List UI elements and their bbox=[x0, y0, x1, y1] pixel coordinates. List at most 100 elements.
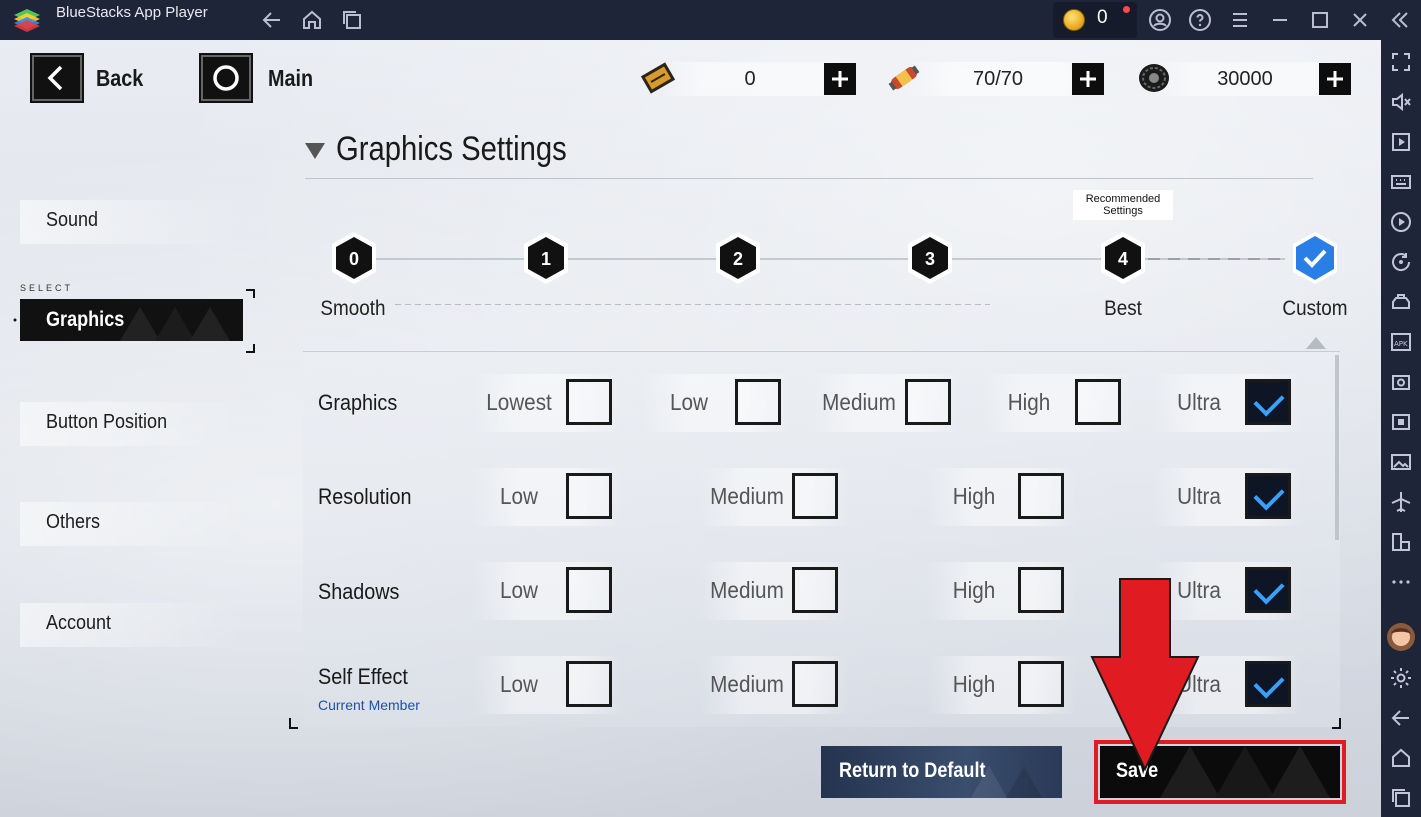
self-effect-high-checkbox[interactable] bbox=[1018, 661, 1064, 707]
self-effect-option-medium[interactable]: Medium bbox=[700, 656, 850, 714]
graphics-lowest-checkbox[interactable] bbox=[566, 379, 612, 425]
graphics-row-label: Graphics bbox=[318, 390, 398, 415]
add-ticket-button[interactable] bbox=[824, 63, 856, 95]
recent-apps-icon[interactable] bbox=[1389, 786, 1413, 810]
close-icon[interactable] bbox=[1348, 8, 1372, 32]
multi-instance-icon[interactable] bbox=[1389, 530, 1413, 554]
collapse-triangle-icon[interactable] bbox=[304, 142, 326, 160]
preset-3-button[interactable]: 3 bbox=[905, 230, 955, 286]
option-label: Medium bbox=[710, 671, 784, 697]
preset-4-button[interactable]: 4 bbox=[1098, 230, 1148, 286]
option-label: Low bbox=[670, 389, 708, 415]
resolution-high-checkbox[interactable] bbox=[1018, 473, 1064, 519]
home-icon[interactable] bbox=[300, 8, 324, 32]
self-effect-option-high[interactable]: High bbox=[927, 656, 1077, 714]
menu-item-sound[interactable]: Sound bbox=[20, 200, 242, 244]
keyboard-icon[interactable] bbox=[1389, 170, 1413, 194]
airplane-mode-icon[interactable] bbox=[1389, 490, 1413, 514]
shadows-high-checkbox[interactable] bbox=[1018, 567, 1064, 613]
self-effect-ultra-checkbox[interactable] bbox=[1245, 661, 1291, 707]
preset-label-best: Best bbox=[1104, 297, 1142, 320]
graphics-option-high[interactable]: High bbox=[982, 374, 1132, 432]
self-effect-option-low[interactable]: Low bbox=[472, 656, 622, 714]
title-bar: BlueStacks App Player 0 bbox=[0, 0, 1421, 40]
more-options-icon[interactable] bbox=[1389, 570, 1413, 594]
maximize-icon[interactable] bbox=[1308, 8, 1332, 32]
energy-count: 70/70 bbox=[972, 68, 1024, 90]
add-tire-button[interactable] bbox=[1319, 63, 1351, 95]
resolution-low-checkbox[interactable] bbox=[566, 473, 612, 519]
menu-icon[interactable] bbox=[1228, 8, 1252, 32]
main-button[interactable] bbox=[199, 53, 253, 103]
main-label[interactable]: Main bbox=[268, 65, 313, 92]
resolution-option-medium[interactable]: Medium bbox=[700, 468, 850, 526]
fullscreen-icon[interactable] bbox=[1389, 50, 1413, 74]
resolution-option-high[interactable]: High bbox=[927, 468, 1077, 526]
resolution-ultra-checkbox[interactable] bbox=[1245, 473, 1291, 519]
plus-icon bbox=[1327, 71, 1343, 87]
shadows-ultra-checkbox[interactable] bbox=[1245, 567, 1291, 613]
shadows-option-high[interactable]: High bbox=[927, 562, 1077, 620]
preset-2-button[interactable]: 2 bbox=[713, 230, 763, 286]
menu-item-others[interactable]: Others bbox=[20, 502, 242, 546]
self-effect-low-checkbox[interactable] bbox=[566, 661, 612, 707]
settings-gear-icon[interactable] bbox=[1389, 666, 1413, 690]
minimize-icon[interactable] bbox=[1268, 8, 1292, 32]
collapse-sidebar-icon[interactable] bbox=[1388, 8, 1412, 32]
multi-window-icon[interactable] bbox=[340, 8, 364, 32]
add-energy-button[interactable] bbox=[1072, 63, 1104, 95]
section-title: Graphics Settings bbox=[336, 130, 567, 168]
media-folder-icon[interactable] bbox=[1389, 450, 1413, 474]
shadows-option-medium[interactable]: Medium bbox=[700, 562, 850, 620]
android-home-icon[interactable] bbox=[1389, 746, 1413, 770]
graphics-option-lowest[interactable]: Lowest bbox=[472, 374, 622, 432]
screenshot-icon[interactable] bbox=[1389, 370, 1413, 394]
android-back-icon[interactable] bbox=[1389, 706, 1413, 730]
graphics-low-checkbox[interactable] bbox=[735, 379, 781, 425]
game-controls-icon[interactable] bbox=[1389, 290, 1413, 314]
back-label[interactable]: Back bbox=[96, 65, 143, 92]
resolution-medium-checkbox[interactable] bbox=[792, 473, 838, 519]
resolution-option-ultra[interactable]: Ultra bbox=[1152, 468, 1302, 526]
option-label: High bbox=[952, 671, 996, 697]
back-arrow-icon[interactable] bbox=[260, 8, 284, 32]
macro-play-icon[interactable] bbox=[1389, 210, 1413, 234]
graphics-option-medium[interactable]: Medium bbox=[812, 374, 962, 432]
option-label: Low bbox=[500, 671, 538, 697]
record-screen-icon[interactable] bbox=[1389, 410, 1413, 434]
shadows-low-checkbox[interactable] bbox=[566, 567, 612, 613]
help-icon[interactable] bbox=[1188, 8, 1212, 32]
panel-pointer-icon bbox=[1306, 337, 1326, 349]
rotate-icon[interactable] bbox=[1389, 250, 1413, 274]
red-arrow-down-icon bbox=[1090, 578, 1200, 772]
preset-label-smooth: Smooth bbox=[320, 297, 386, 320]
graphics-option-low[interactable]: Low bbox=[642, 374, 792, 432]
preset-0-button[interactable]: 0 bbox=[329, 230, 379, 286]
user-avatar-icon[interactable] bbox=[1386, 622, 1416, 652]
shadows-option-low[interactable]: Low bbox=[472, 562, 622, 620]
menu-item-button-position[interactable]: Button Position bbox=[20, 402, 242, 446]
preset-custom-button[interactable] bbox=[1290, 230, 1340, 286]
tire-icon bbox=[1139, 64, 1169, 92]
resolution-option-low[interactable]: Low bbox=[472, 468, 622, 526]
apk-icon[interactable]: APK bbox=[1389, 330, 1413, 354]
volume-mute-icon[interactable] bbox=[1389, 90, 1413, 114]
side-toolbar: APK bbox=[1381, 40, 1421, 817]
panel-scrollbar[interactable] bbox=[1335, 355, 1339, 540]
coin-count: 0 bbox=[1097, 7, 1108, 28]
graphics-ultra-checkbox[interactable] bbox=[1245, 379, 1291, 425]
graphics-medium-checkbox[interactable] bbox=[905, 379, 951, 425]
return-to-default-button[interactable]: Return to Default bbox=[821, 746, 1062, 798]
checkmark-icon bbox=[1293, 232, 1337, 284]
coin-balance[interactable]: 0 bbox=[1053, 2, 1137, 38]
plus-icon bbox=[1080, 71, 1096, 87]
media-play-icon[interactable] bbox=[1389, 130, 1413, 154]
account-icon[interactable] bbox=[1148, 8, 1172, 32]
shadows-medium-checkbox[interactable] bbox=[792, 567, 838, 613]
self-effect-medium-checkbox[interactable] bbox=[792, 661, 838, 707]
preset-1-button[interactable]: 1 bbox=[521, 230, 571, 286]
graphics-high-checkbox[interactable] bbox=[1075, 379, 1121, 425]
menu-item-account[interactable]: Account bbox=[20, 603, 242, 647]
back-button[interactable] bbox=[30, 53, 84, 103]
graphics-option-ultra[interactable]: Ultra bbox=[1152, 374, 1302, 432]
